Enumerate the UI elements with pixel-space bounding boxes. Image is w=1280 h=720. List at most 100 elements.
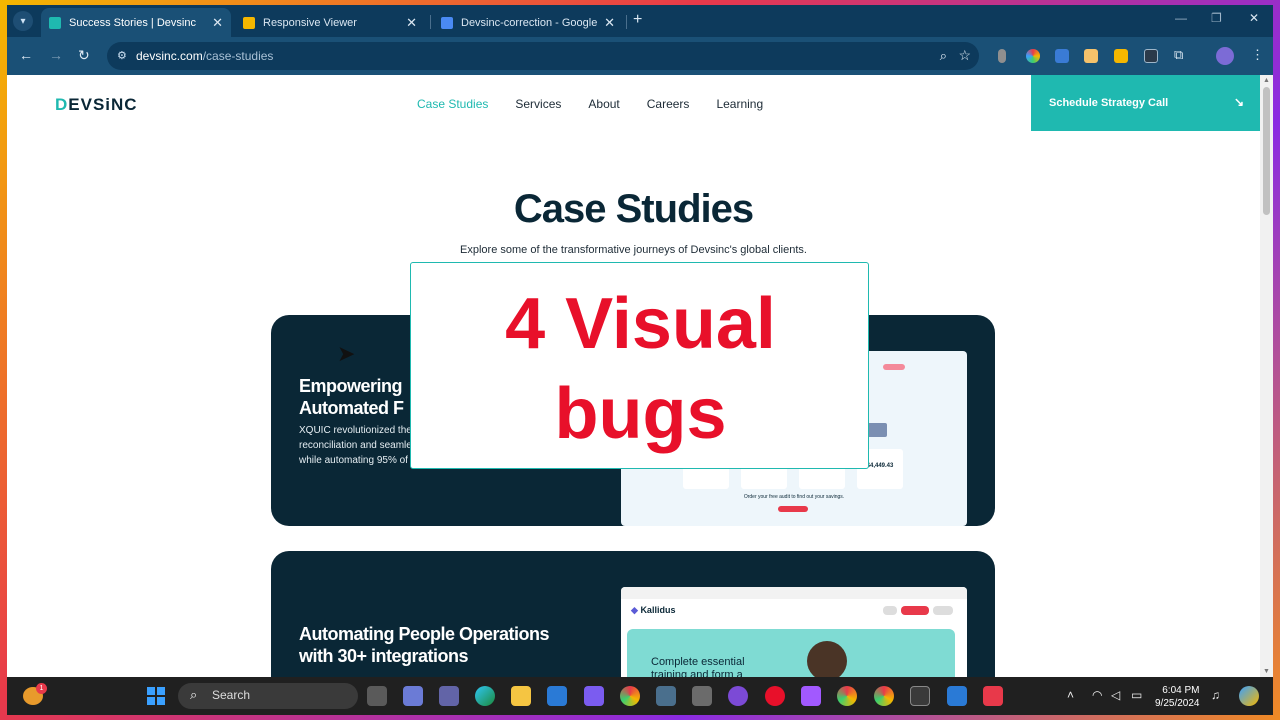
- close-icon[interactable]: ✕: [212, 15, 223, 31]
- card-title-line: Automated F: [299, 398, 404, 418]
- restore-icon[interactable]: ❐: [1211, 11, 1222, 25]
- address-bar[interactable]: ⚙ devsinc.com/case-studies ⌕ ☆: [107, 42, 979, 70]
- scroll-down-icon[interactable]: ▼: [1263, 668, 1270, 675]
- zoom-magnifier-icon[interactable]: ⌕: [940, 48, 947, 64]
- card-title-line: Automating People Operations: [299, 624, 550, 644]
- bookmark-star-icon[interactable]: ☆: [958, 47, 971, 64]
- tab-strip: ▾ Success Stories | Devsinc ✕ Responsive…: [7, 5, 1273, 37]
- tab-responsive-viewer[interactable]: Responsive Viewer ✕: [235, 8, 425, 37]
- browser-window: ▾ Success Stories | Devsinc ✕ Responsive…: [7, 5, 1273, 715]
- scroll-up-icon[interactable]: ▲: [1263, 77, 1270, 84]
- responsive-viewer-extension-icon[interactable]: [1114, 49, 1128, 63]
- new-tab-plus-icon[interactable]: +: [633, 11, 642, 29]
- extension-icon[interactable]: [1084, 49, 1098, 63]
- windows-taskbar: 1 ⌕ Search ˄ ◠ ◁ ▭ 6:04 PM 9/25/2024 ♫: [7, 677, 1273, 715]
- media-player-icon[interactable]: [584, 686, 604, 706]
- windows-start-icon[interactable]: [147, 687, 165, 705]
- page-scrollbar[interactable]: ▲ ▼: [1260, 75, 1273, 677]
- site-navigation: Case Studies Services About Careers Lear…: [417, 97, 790, 111]
- system-clock[interactable]: 6:04 PM 9/25/2024: [1155, 684, 1200, 710]
- overlay-text: 4 Visual bugs: [411, 279, 870, 459]
- kallidus-logo: ◆ Kallidus: [631, 605, 676, 615]
- volume-icon[interactable]: ◁: [1111, 688, 1120, 702]
- widgets-icon[interactable]: [403, 686, 423, 706]
- nav-careers[interactable]: Careers: [647, 97, 690, 111]
- url-text[interactable]: devsinc.com/case-studies: [136, 49, 273, 63]
- screenshot-browser-bar: [621, 587, 967, 599]
- notification-badge: 1: [36, 683, 47, 694]
- tab-google-docs[interactable]: Devsinc-correction - Google Do ✕: [433, 8, 623, 37]
- nav-case-studies[interactable]: Case Studies: [417, 97, 488, 111]
- figma-icon[interactable]: [801, 686, 821, 706]
- copilot-icon[interactable]: [1239, 686, 1259, 706]
- nav-learning[interactable]: Learning: [716, 97, 763, 111]
- cta-label: Schedule Strategy Call: [1049, 97, 1169, 109]
- kallidus-hero-text: Complete essential training and form a: [651, 656, 745, 677]
- close-icon[interactable]: ✕: [406, 15, 417, 31]
- printer-app-icon[interactable]: [692, 686, 712, 706]
- kallidus-brand: Kallidus: [640, 605, 676, 615]
- browser-toolbar: ← → ↻ ⚙ devsinc.com/case-studies ⌕ ☆ ⧉ ⋮: [7, 37, 1273, 75]
- task-view-icon[interactable]: [367, 686, 387, 706]
- extensions-puzzle-icon[interactable]: ⧉: [1174, 47, 1183, 63]
- devsinc-logo[interactable]: DEVSiNC: [55, 95, 138, 115]
- battery-icon[interactable]: ▭: [1131, 688, 1142, 702]
- terminal-icon[interactable]: [910, 686, 930, 706]
- forward-arrow-icon[interactable]: →: [49, 47, 63, 63]
- chevron-up-icon[interactable]: ˄: [1067, 688, 1074, 702]
- url-host: devsinc.com: [136, 49, 203, 63]
- kallidus-hero-line: training and form a: [651, 669, 743, 677]
- vscode-icon[interactable]: [947, 686, 967, 706]
- tab-title: Responsive Viewer: [263, 16, 357, 29]
- notifications-bell-icon[interactable]: ♫: [1211, 688, 1220, 702]
- screen-recorder-icon[interactable]: [983, 686, 1003, 706]
- site-settings-icon[interactable]: ⚙: [117, 49, 127, 62]
- network-app-icon[interactable]: [656, 686, 676, 706]
- close-icon[interactable]: ✕: [604, 15, 615, 31]
- clock-date: 9/25/2024: [1155, 698, 1200, 709]
- kallidus-hero-panel: Complete essential training and form a: [627, 629, 955, 677]
- visual-bugs-overlay: 4 Visual bugs: [410, 262, 869, 469]
- tab-title: Devsinc-correction - Google Do: [461, 16, 598, 29]
- card-title: Empowering Automated F: [299, 375, 404, 419]
- wifi-icon[interactable]: ◠: [1092, 688, 1102, 702]
- case-study-card-kallidus[interactable]: Automating People Operations with 30+ in…: [271, 551, 995, 677]
- mail-icon[interactable]: [547, 686, 567, 706]
- file-explorer-icon[interactable]: [511, 686, 531, 706]
- teams-icon[interactable]: [439, 686, 459, 706]
- edge-icon[interactable]: [475, 686, 495, 706]
- chrome-icon[interactable]: [620, 686, 640, 706]
- tab-title: Success Stories | Devsinc: [69, 16, 196, 29]
- search-icon: ⌕: [190, 687, 198, 702]
- profile-avatar[interactable]: [1216, 47, 1234, 65]
- clock-time: 6:04 PM: [1162, 685, 1200, 696]
- reload-icon[interactable]: ↻: [78, 47, 90, 64]
- overlay-line: bugs: [554, 374, 727, 454]
- responsive-viewer-favicon-icon: [243, 16, 255, 29]
- tab-divider: [626, 15, 627, 29]
- opera-icon[interactable]: [765, 686, 785, 706]
- color-picker-extension-icon[interactable]: [1026, 49, 1040, 63]
- taskbar-search[interactable]: ⌕ Search: [178, 683, 358, 709]
- close-window-icon[interactable]: ✕: [1249, 11, 1259, 25]
- person-photo: [807, 641, 847, 677]
- screenshot-caption: Order your free audit to find out your s…: [743, 494, 845, 500]
- back-arrow-icon[interactable]: ←: [19, 47, 33, 63]
- tab-search-button[interactable]: ▾: [13, 11, 33, 31]
- schedule-strategy-call-button[interactable]: Schedule Strategy Call ↘: [1031, 75, 1260, 131]
- nav-about[interactable]: About: [588, 97, 619, 111]
- nav-services[interactable]: Services: [515, 97, 561, 111]
- devtools-extension-icon[interactable]: [1144, 49, 1158, 63]
- tab-success-stories[interactable]: Success Stories | Devsinc ✕: [41, 8, 231, 37]
- extension-pin-icon[interactable]: [998, 49, 1006, 63]
- github-icon[interactable]: [728, 686, 748, 706]
- scroll-thumb[interactable]: [1263, 87, 1270, 215]
- browser-menu-icon[interactable]: ⋮: [1251, 47, 1264, 63]
- kallidus-screenshot: ◆ Kallidus Complete essential training a…: [621, 587, 967, 677]
- chrome-profile-icon[interactable]: [874, 686, 894, 706]
- screenshot-pill: [933, 606, 953, 615]
- font-extension-icon[interactable]: [1055, 49, 1069, 63]
- chrome-profile-icon[interactable]: [837, 686, 857, 706]
- minimize-icon[interactable]: —: [1175, 11, 1187, 25]
- card-title-line: Empowering: [299, 376, 403, 396]
